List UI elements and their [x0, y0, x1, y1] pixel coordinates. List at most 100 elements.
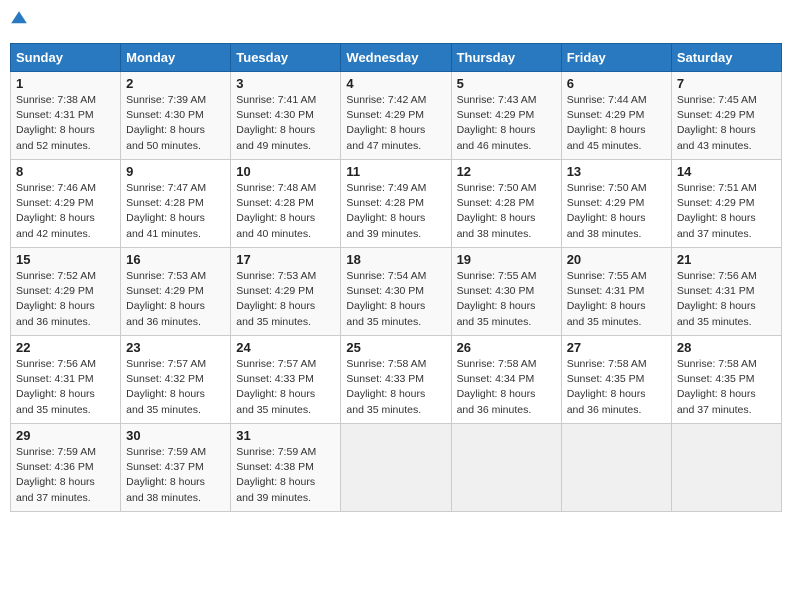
logo — [10, 10, 30, 33]
day-info: Sunrise: 7:58 AMSunset: 4:34 PMDaylight:… — [457, 358, 537, 416]
weekday-header-saturday: Saturday — [671, 44, 781, 72]
day-info: Sunrise: 7:39 AMSunset: 4:30 PMDaylight:… — [126, 94, 206, 152]
day-info: Sunrise: 7:55 AMSunset: 4:30 PMDaylight:… — [457, 270, 537, 328]
day-number: 21 — [677, 252, 776, 267]
day-number: 17 — [236, 252, 335, 267]
day-info: Sunrise: 7:55 AMSunset: 4:31 PMDaylight:… — [567, 270, 647, 328]
day-info: Sunrise: 7:44 AMSunset: 4:29 PMDaylight:… — [567, 94, 647, 152]
weekday-header-tuesday: Tuesday — [231, 44, 341, 72]
calendar-cell: 17 Sunrise: 7:53 AMSunset: 4:29 PMDaylig… — [231, 248, 341, 336]
day-info: Sunrise: 7:41 AMSunset: 4:30 PMDaylight:… — [236, 94, 316, 152]
day-info: Sunrise: 7:53 AMSunset: 4:29 PMDaylight:… — [236, 270, 316, 328]
calendar-cell: 21 Sunrise: 7:56 AMSunset: 4:31 PMDaylig… — [671, 248, 781, 336]
calendar-cell: 11 Sunrise: 7:49 AMSunset: 4:28 PMDaylig… — [341, 160, 451, 248]
day-info: Sunrise: 7:58 AMSunset: 4:33 PMDaylight:… — [346, 358, 426, 416]
day-info: Sunrise: 7:43 AMSunset: 4:29 PMDaylight:… — [457, 94, 537, 152]
day-number: 30 — [126, 428, 225, 443]
day-info: Sunrise: 7:56 AMSunset: 4:31 PMDaylight:… — [677, 270, 757, 328]
day-info: Sunrise: 7:50 AMSunset: 4:28 PMDaylight:… — [457, 182, 537, 240]
calendar-cell — [451, 424, 561, 512]
calendar-cell — [671, 424, 781, 512]
day-number: 28 — [677, 340, 776, 355]
calendar-cell: 9 Sunrise: 7:47 AMSunset: 4:28 PMDayligh… — [121, 160, 231, 248]
day-number: 20 — [567, 252, 666, 267]
calendar-cell: 29 Sunrise: 7:59 AMSunset: 4:36 PMDaylig… — [11, 424, 121, 512]
day-info: Sunrise: 7:58 AMSunset: 4:35 PMDaylight:… — [677, 358, 757, 416]
calendar-cell: 1 Sunrise: 7:38 AMSunset: 4:31 PMDayligh… — [11, 72, 121, 160]
calendar-week-1: 1 Sunrise: 7:38 AMSunset: 4:31 PMDayligh… — [11, 72, 782, 160]
weekday-header-friday: Friday — [561, 44, 671, 72]
day-info: Sunrise: 7:58 AMSunset: 4:35 PMDaylight:… — [567, 358, 647, 416]
day-number: 12 — [457, 164, 556, 179]
day-number: 15 — [16, 252, 115, 267]
day-number: 19 — [457, 252, 556, 267]
day-info: Sunrise: 7:59 AMSunset: 4:37 PMDaylight:… — [126, 446, 206, 504]
calendar-week-2: 8 Sunrise: 7:46 AMSunset: 4:29 PMDayligh… — [11, 160, 782, 248]
header — [10, 10, 782, 33]
calendar-cell: 28 Sunrise: 7:58 AMSunset: 4:35 PMDaylig… — [671, 336, 781, 424]
day-number: 22 — [16, 340, 115, 355]
calendar-cell: 26 Sunrise: 7:58 AMSunset: 4:34 PMDaylig… — [451, 336, 561, 424]
calendar-cell: 14 Sunrise: 7:51 AMSunset: 4:29 PMDaylig… — [671, 160, 781, 248]
day-number: 4 — [346, 76, 445, 91]
logo-icon-area — [10, 10, 28, 33]
weekday-header-sunday: Sunday — [11, 44, 121, 72]
calendar-cell: 27 Sunrise: 7:58 AMSunset: 4:35 PMDaylig… — [561, 336, 671, 424]
day-number: 27 — [567, 340, 666, 355]
day-number: 18 — [346, 252, 445, 267]
day-number: 9 — [126, 164, 225, 179]
calendar-cell — [341, 424, 451, 512]
day-number: 25 — [346, 340, 445, 355]
day-info: Sunrise: 7:51 AMSunset: 4:29 PMDaylight:… — [677, 182, 757, 240]
day-number: 7 — [677, 76, 776, 91]
day-number: 2 — [126, 76, 225, 91]
weekday-header-wednesday: Wednesday — [341, 44, 451, 72]
day-number: 13 — [567, 164, 666, 179]
calendar-cell: 24 Sunrise: 7:57 AMSunset: 4:33 PMDaylig… — [231, 336, 341, 424]
calendar-cell: 16 Sunrise: 7:53 AMSunset: 4:29 PMDaylig… — [121, 248, 231, 336]
day-number: 26 — [457, 340, 556, 355]
calendar-cell: 5 Sunrise: 7:43 AMSunset: 4:29 PMDayligh… — [451, 72, 561, 160]
day-info: Sunrise: 7:59 AMSunset: 4:38 PMDaylight:… — [236, 446, 316, 504]
day-number: 29 — [16, 428, 115, 443]
calendar-cell: 2 Sunrise: 7:39 AMSunset: 4:30 PMDayligh… — [121, 72, 231, 160]
calendar-cell: 10 Sunrise: 7:48 AMSunset: 4:28 PMDaylig… — [231, 160, 341, 248]
day-number: 5 — [457, 76, 556, 91]
day-info: Sunrise: 7:42 AMSunset: 4:29 PMDaylight:… — [346, 94, 426, 152]
calendar-cell: 8 Sunrise: 7:46 AMSunset: 4:29 PMDayligh… — [11, 160, 121, 248]
calendar-week-5: 29 Sunrise: 7:59 AMSunset: 4:36 PMDaylig… — [11, 424, 782, 512]
calendar-cell: 4 Sunrise: 7:42 AMSunset: 4:29 PMDayligh… — [341, 72, 451, 160]
calendar-cell: 15 Sunrise: 7:52 AMSunset: 4:29 PMDaylig… — [11, 248, 121, 336]
day-number: 10 — [236, 164, 335, 179]
day-number: 16 — [126, 252, 225, 267]
calendar-cell: 6 Sunrise: 7:44 AMSunset: 4:29 PMDayligh… — [561, 72, 671, 160]
day-info: Sunrise: 7:57 AMSunset: 4:32 PMDaylight:… — [126, 358, 206, 416]
calendar-cell: 25 Sunrise: 7:58 AMSunset: 4:33 PMDaylig… — [341, 336, 451, 424]
calendar-cell — [561, 424, 671, 512]
day-number: 24 — [236, 340, 335, 355]
calendar-cell: 12 Sunrise: 7:50 AMSunset: 4:28 PMDaylig… — [451, 160, 561, 248]
day-info: Sunrise: 7:57 AMSunset: 4:33 PMDaylight:… — [236, 358, 316, 416]
day-number: 6 — [567, 76, 666, 91]
day-number: 8 — [16, 164, 115, 179]
day-number: 31 — [236, 428, 335, 443]
day-number: 14 — [677, 164, 776, 179]
weekday-header-monday: Monday — [121, 44, 231, 72]
calendar-week-4: 22 Sunrise: 7:56 AMSunset: 4:31 PMDaylig… — [11, 336, 782, 424]
day-number: 1 — [16, 76, 115, 91]
weekday-header-thursday: Thursday — [451, 44, 561, 72]
weekday-header-row: SundayMondayTuesdayWednesdayThursdayFrid… — [11, 44, 782, 72]
calendar: SundayMondayTuesdayWednesdayThursdayFrid… — [10, 43, 782, 512]
calendar-cell: 31 Sunrise: 7:59 AMSunset: 4:38 PMDaylig… — [231, 424, 341, 512]
day-info: Sunrise: 7:45 AMSunset: 4:29 PMDaylight:… — [677, 94, 757, 152]
calendar-cell: 20 Sunrise: 7:55 AMSunset: 4:31 PMDaylig… — [561, 248, 671, 336]
calendar-cell: 23 Sunrise: 7:57 AMSunset: 4:32 PMDaylig… — [121, 336, 231, 424]
day-info: Sunrise: 7:50 AMSunset: 4:29 PMDaylight:… — [567, 182, 647, 240]
day-info: Sunrise: 7:46 AMSunset: 4:29 PMDaylight:… — [16, 182, 96, 240]
calendar-cell: 3 Sunrise: 7:41 AMSunset: 4:30 PMDayligh… — [231, 72, 341, 160]
day-info: Sunrise: 7:52 AMSunset: 4:29 PMDaylight:… — [16, 270, 96, 328]
calendar-cell: 19 Sunrise: 7:55 AMSunset: 4:30 PMDaylig… — [451, 248, 561, 336]
day-info: Sunrise: 7:38 AMSunset: 4:31 PMDaylight:… — [16, 94, 96, 152]
day-info: Sunrise: 7:59 AMSunset: 4:36 PMDaylight:… — [16, 446, 96, 504]
day-number: 23 — [126, 340, 225, 355]
